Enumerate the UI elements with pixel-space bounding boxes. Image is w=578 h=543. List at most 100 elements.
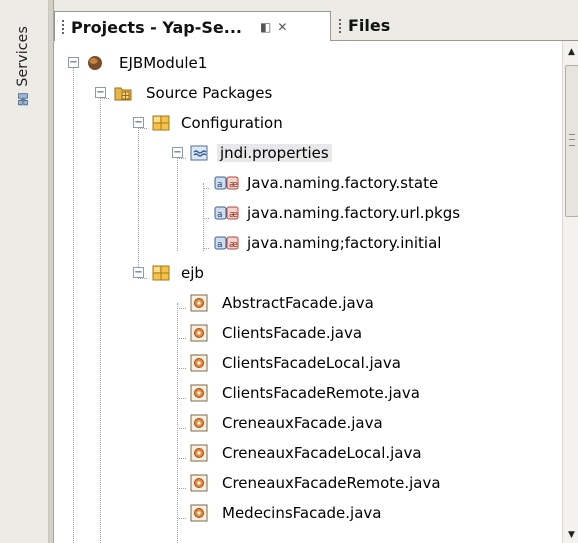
java-class-icon — [190, 324, 208, 342]
tree-connector — [177, 338, 186, 339]
tree-connector — [177, 488, 186, 489]
java-class-icon — [190, 444, 208, 462]
svg-text:æ: æ — [229, 210, 238, 220]
collapse-toggle[interactable]: − — [133, 117, 144, 128]
java-class-icon — [190, 474, 208, 492]
tree-node-label: ClientsFacade.java — [222, 324, 363, 342]
tree-connector — [203, 188, 209, 189]
services-tab-label: Services — [15, 26, 31, 87]
thumb-grip-icon — [569, 134, 575, 146]
property-icon: a æ — [214, 236, 239, 250]
drag-grip-icon[interactable] — [338, 17, 342, 34]
close-icon[interactable]: ✕ — [277, 20, 287, 34]
tree-node-java-file[interactable]: CreneauxFacadeRemote.java — [190, 468, 441, 498]
tab-projects-label: Projects - Yap-Se... — [71, 17, 242, 37]
tree-connector — [177, 303, 178, 543]
tree-node-ejb[interactable]: ejb — [152, 258, 204, 288]
project-tree: − − − − − EJBModule1 Source Packages Con… — [54, 41, 562, 543]
tree-connector — [100, 98, 109, 99]
tree-node-label: MedecinsFacade.java — [222, 504, 382, 522]
collapse-toggle[interactable]: − — [68, 57, 79, 68]
tab-projects[interactable]: Projects - Yap-Se... ◧ ✕ — [54, 11, 331, 42]
svg-text:æ: æ — [229, 180, 238, 190]
collapse-toggle[interactable]: − — [133, 267, 144, 278]
ejb-module-icon — [88, 56, 102, 70]
tree-node-label: Source Packages — [146, 84, 273, 102]
tree-node-java-file[interactable]: MedecinsFacade.java — [190, 498, 382, 528]
tree-node-label: Java.naming.factory.state — [247, 174, 439, 192]
tree-node-property[interactable]: a æ Java.naming.factory.state — [214, 168, 438, 198]
tree-connector — [177, 368, 186, 369]
tree-node-label: CreneauxFacade.java — [222, 414, 383, 432]
java-class-icon — [190, 354, 208, 372]
tree-node-property[interactable]: a æ java.naming.factory.url.pkgs — [214, 198, 460, 228]
scroll-thumb[interactable] — [565, 65, 578, 217]
tree-node-source-packages[interactable]: Source Packages — [114, 78, 272, 108]
tree-connector — [177, 398, 186, 399]
java-class-icon — [190, 414, 208, 432]
tab-files[interactable]: Files — [332, 12, 562, 39]
tree-node-label: java.naming.factory.url.pkgs — [247, 204, 461, 222]
tree-node-label: ClientsFacadeRemote.java — [222, 384, 420, 402]
services-tab[interactable]: Services — [10, 26, 36, 106]
scroll-down-arrow-icon[interactable]: ▼ — [563, 526, 578, 543]
side-dock: Services — [0, 0, 49, 543]
tree-node-label: ejb — [181, 264, 204, 282]
tab-files-label: Files — [348, 16, 391, 35]
svg-text:a: a — [217, 210, 223, 220]
tree-connector — [138, 278, 147, 279]
drag-grip-icon[interactable] — [61, 19, 65, 35]
scroll-up-arrow-icon[interactable]: ▲ — [563, 43, 578, 60]
projects-panel: Projects - Yap-Se... ◧ ✕ Files − − − − −… — [53, 0, 578, 543]
svg-text:a: a — [217, 180, 223, 190]
source-packages-icon — [114, 87, 132, 101]
tree-node-label: AbstractFacade.java — [222, 294, 374, 312]
tree-connector — [73, 63, 74, 543]
tree-node-label: jndi.properties — [217, 144, 332, 162]
tab-strip: Projects - Yap-Se... ◧ ✕ Files — [54, 0, 578, 42]
tree-node-label: CreneauxFacadeLocal.java — [222, 444, 422, 462]
collapse-toggle[interactable]: − — [172, 147, 183, 158]
tree-connector — [177, 458, 186, 459]
tree-node-label: CreneauxFacadeRemote.java — [222, 474, 441, 492]
restore-window-icon[interactable]: ◧ — [260, 20, 271, 34]
tree-connector — [177, 518, 186, 519]
property-icon: a æ — [214, 206, 239, 220]
tree-connector — [100, 93, 101, 543]
java-class-icon — [190, 504, 208, 522]
tree-node-java-file[interactable]: CreneauxFacade.java — [190, 408, 383, 438]
collapse-toggle[interactable]: − — [95, 87, 106, 98]
tree-connector — [138, 123, 139, 273]
tree-node-java-file[interactable]: ClientsFacadeRemote.java — [190, 378, 420, 408]
java-class-icon — [190, 294, 208, 312]
java-class-icon — [190, 384, 208, 402]
tree-node-configuration[interactable]: Configuration — [152, 108, 283, 138]
package-icon — [152, 265, 170, 281]
properties-file-icon — [190, 145, 208, 161]
tree-node-java-file[interactable]: AbstractFacade.java — [190, 288, 374, 318]
tree-connector — [138, 128, 147, 129]
property-icon: a æ — [214, 176, 239, 190]
svg-text:a: a — [217, 240, 223, 250]
tree-connector — [177, 428, 186, 429]
tree-node-java-file[interactable]: CreneauxFacadeLocal.java — [190, 438, 422, 468]
tree-node-label: ClientsFacadeLocal.java — [222, 354, 401, 372]
services-icon — [18, 93, 28, 105]
tree-connector — [177, 153, 178, 251]
tree-connector — [203, 183, 204, 251]
tree-connector — [177, 308, 186, 309]
tree-connector — [203, 218, 209, 219]
tree-node-ejbmodule1[interactable]: EJBModule1 — [87, 48, 207, 78]
tree-node-java-file[interactable]: ClientsFacadeLocal.java — [190, 348, 401, 378]
tree-connector — [177, 158, 186, 159]
tree-node-label: java.naming;factory.initial — [247, 234, 442, 252]
tree-node-label: EJBModule1 — [119, 54, 208, 72]
tree-node-property[interactable]: a æ java.naming;factory.initial — [214, 228, 441, 258]
tree-node-jndi-properties[interactable]: jndi.properties — [190, 138, 332, 168]
package-icon — [152, 115, 170, 131]
tree-node-java-file[interactable]: ClientsFacade.java — [190, 318, 362, 348]
svg-text:æ: æ — [229, 240, 238, 250]
vertical-scrollbar[interactable]: ▲ ▼ — [562, 41, 578, 543]
tree-connector — [203, 248, 209, 249]
tree-node-label: Configuration — [181, 114, 283, 132]
